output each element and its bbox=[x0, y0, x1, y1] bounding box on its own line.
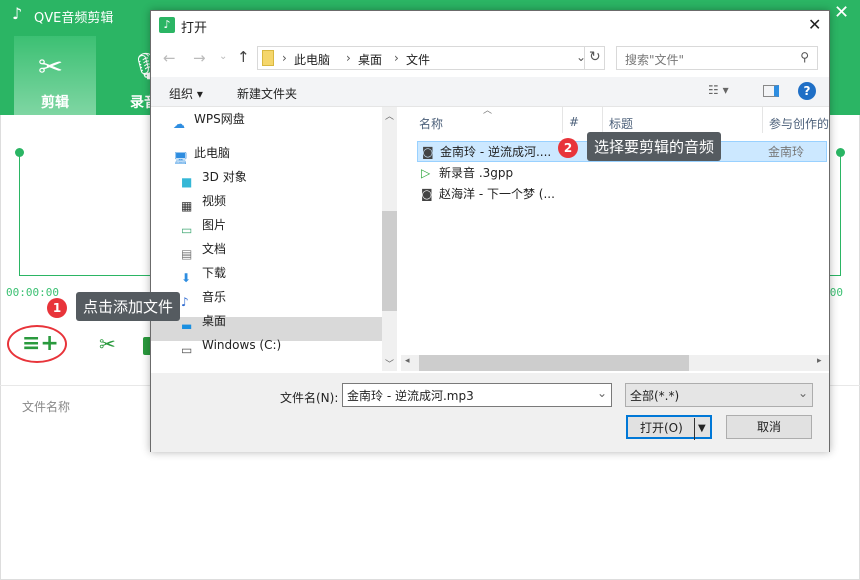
cube-icon: ■ bbox=[181, 174, 193, 189]
forward-button[interactable]: → bbox=[193, 49, 206, 67]
nav-label: 桌面 bbox=[202, 314, 227, 328]
close-app-button[interactable]: ✕ bbox=[834, 2, 849, 23]
nav-item[interactable]: ▤ 文档 bbox=[181, 238, 227, 261]
search-icon: ⚲ bbox=[800, 50, 809, 64]
nav-item[interactable]: ☁ WPS网盘 bbox=[173, 108, 245, 131]
view-options-icon[interactable]: ☷ ▾ bbox=[708, 83, 729, 97]
app-logo-icon: ♪ bbox=[12, 4, 23, 23]
open-button[interactable]: 打开(O) ▼ bbox=[626, 415, 712, 440]
column-name[interactable]: 名称 bbox=[419, 115, 443, 132]
waveform-end-marker[interactable] bbox=[840, 152, 841, 276]
music-icon: ♪ bbox=[181, 294, 189, 309]
tab-label: 剪辑 bbox=[41, 95, 69, 111]
nav-label: 图片 bbox=[202, 218, 227, 232]
new-folder-button[interactable]: 新建文件夹 bbox=[237, 85, 297, 102]
nav-item[interactable]: ▦ 视频 bbox=[181, 190, 227, 213]
picture-icon: ▭ bbox=[181, 222, 193, 237]
close-dialog-button[interactable]: ✕ bbox=[808, 15, 821, 34]
file-name: 赵海洋 - 下一个梦 (... bbox=[439, 187, 555, 201]
waveform-start-marker[interactable] bbox=[19, 152, 20, 276]
nav-label: 视频 bbox=[202, 194, 227, 208]
filename-label: 文件名(N): bbox=[280, 391, 339, 405]
address-bar[interactable]: › 此电脑 › 桌面 › 文件 ⌄ ↻ bbox=[257, 46, 605, 70]
step-badge-1: 1 bbox=[47, 298, 67, 318]
add-file-button[interactable]: ≡+ bbox=[22, 331, 59, 356]
nav-item[interactable]: ⬇ 下载 bbox=[181, 262, 227, 285]
nav-label: Windows (C:) bbox=[202, 338, 282, 352]
download-icon: ⬇ bbox=[181, 270, 192, 285]
search-placeholder: 搜索"文件" bbox=[625, 53, 685, 67]
organize-menu[interactable]: 组织 ▾ bbox=[169, 85, 203, 102]
open-file-dialog: ♪ 打开 ✕ ← → ⌄ ↑ › 此电脑 › 桌面 › 文件 ⌄ ↻ 搜索"文件… bbox=[150, 10, 830, 452]
scissors-icon: ✂ bbox=[38, 50, 64, 85]
cut-button[interactable]: ✂ bbox=[99, 332, 116, 356]
column-artist[interactable]: 参与创作的艺术家 bbox=[769, 115, 829, 132]
nav-item[interactable]: ▬ 桌面 bbox=[181, 310, 227, 333]
start-handle[interactable] bbox=[15, 148, 24, 157]
cancel-button[interactable]: 取消 bbox=[726, 415, 812, 439]
file-type-select[interactable]: 全部(*.*) ⌄ bbox=[625, 383, 813, 407]
preview-pane-icon[interactable] bbox=[763, 85, 779, 97]
file-name: 金南玲 - 逆流成河.... bbox=[440, 145, 552, 159]
nav-scrollbar[interactable]: ︿ ﹀ bbox=[382, 107, 397, 371]
nav-item[interactable]: ■ 3D 对象 bbox=[181, 166, 247, 189]
tooltip-add-file: 点击添加文件 bbox=[76, 292, 181, 321]
drive-icon: ▭ bbox=[181, 342, 193, 357]
breadcrumb-item[interactable]: 此电脑 bbox=[294, 51, 330, 68]
dialog-app-icon: ♪ bbox=[159, 17, 175, 33]
dialog-footer: 文件名(N): 金南玲 - 逆流成河.mp3 ⌄ 全部(*.*) ⌄ 打开(O) ▼ … bbox=[151, 373, 829, 452]
scrollbar-thumb[interactable] bbox=[419, 355, 689, 371]
nav-item[interactable]: ▭ Windows (C:) bbox=[181, 334, 282, 357]
file-row[interactable]: ▷ 新录音 .3gpp bbox=[417, 163, 827, 184]
open-dropdown-arrow[interactable]: ▼ bbox=[694, 418, 706, 440]
horizontal-scrollbar[interactable]: ◂ ▸ bbox=[401, 355, 829, 371]
nav-label: 3D 对象 bbox=[202, 170, 247, 184]
breadcrumb-item[interactable]: 文件 bbox=[406, 51, 430, 68]
file-artist: 金南玲 bbox=[768, 145, 805, 159]
audio-file-icon: ◙ bbox=[422, 145, 434, 159]
file-name: 新录音 .3gpp bbox=[439, 166, 514, 180]
nav-item[interactable]: ▭ 图片 bbox=[181, 214, 227, 237]
computer-icon: 🖥 bbox=[173, 150, 189, 165]
file-row[interactable]: ◙ 赵海洋 - 下一个梦 (... bbox=[417, 184, 827, 205]
media-file-icon: ▷ bbox=[421, 166, 431, 180]
column-number[interactable]: # bbox=[569, 115, 579, 129]
app-title: QVE音频剪辑 bbox=[34, 11, 114, 26]
document-icon: ▤ bbox=[181, 246, 193, 261]
tooltip-select-audio: 选择要剪辑的音频 bbox=[587, 132, 722, 161]
nav-item[interactable]: 🖥 此电脑 bbox=[173, 142, 231, 165]
end-handle[interactable] bbox=[836, 148, 845, 157]
nav-label: 下载 bbox=[202, 266, 227, 280]
film-icon: ▦ bbox=[181, 198, 193, 213]
scrollbar-thumb[interactable] bbox=[382, 211, 397, 311]
nav-label: WPS网盘 bbox=[194, 112, 245, 126]
start-time: 00:00:00 bbox=[6, 286, 59, 299]
help-icon[interactable]: ? bbox=[798, 82, 816, 100]
breadcrumb-item[interactable]: 桌面 bbox=[358, 51, 382, 68]
search-input[interactable]: 搜索"文件" ⚲ bbox=[616, 46, 818, 70]
folder-icon bbox=[262, 50, 274, 66]
audio-file-icon: ◙ bbox=[421, 187, 433, 201]
desktop-icon: ▬ bbox=[181, 318, 193, 333]
file-name-column-header: 文件名称 bbox=[22, 400, 71, 414]
nav-label: 音乐 bbox=[202, 290, 227, 304]
up-button[interactable]: ↑ bbox=[237, 48, 250, 66]
nav-label: 此电脑 bbox=[194, 146, 231, 160]
step-badge-2: 2 bbox=[558, 138, 578, 158]
filename-input[interactable]: 金南玲 - 逆流成河.mp3 ⌄ bbox=[342, 383, 612, 407]
cloud-icon: ☁ bbox=[173, 116, 185, 131]
back-button[interactable]: ← bbox=[163, 49, 176, 67]
dialog-title: 打开 bbox=[181, 21, 208, 36]
recent-dropdown[interactable]: ⌄ bbox=[219, 51, 227, 62]
column-title[interactable]: 标题 bbox=[609, 115, 633, 132]
refresh-button[interactable]: ↻ bbox=[589, 49, 601, 65]
tab-cut[interactable]: ✂ 剪辑 bbox=[14, 36, 96, 115]
nav-item[interactable]: ♪ 音乐 bbox=[181, 286, 227, 309]
nav-label: 文档 bbox=[202, 242, 227, 256]
